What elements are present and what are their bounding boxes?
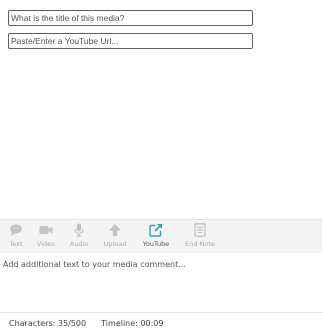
tab-youtube-label: YouTube — [142, 240, 170, 248]
tab-end-note[interactable]: End Note — [182, 220, 218, 253]
arrow-up-icon — [109, 224, 121, 236]
tab-end-note-label: End Note — [185, 240, 215, 248]
tab-audio-label: Audio — [69, 240, 89, 248]
media-comment-textarea[interactable] — [3, 259, 318, 309]
tab-video-label: Video — [36, 240, 56, 248]
tab-audio[interactable]: Audio — [66, 220, 92, 253]
tab-youtube[interactable]: YouTube — [138, 220, 174, 253]
media-comment-panel: Text Video Audio Upload — [0, 0, 323, 333]
document-icon — [194, 223, 206, 237]
characters-count: 35/500 — [57, 319, 87, 328]
tab-upload[interactable]: Upload — [100, 220, 130, 253]
tab-upload-label: Upload — [103, 240, 127, 248]
tab-video[interactable]: Video — [34, 220, 58, 253]
video-camera-icon — [39, 226, 53, 234]
media-type-toolbar: Text Video Audio Upload YouTube End Note — [0, 219, 322, 254]
youtube-url-input[interactable] — [8, 33, 253, 49]
media-title-input[interactable] — [8, 10, 253, 26]
tab-text-label: Text — [9, 240, 23, 248]
timeline-label: Timeline: — [101, 319, 138, 328]
tab-text[interactable]: Text — [5, 220, 27, 253]
divider — [0, 312, 323, 313]
timeline-value: 00:09 — [140, 319, 164, 328]
speech-bubble-icon — [10, 224, 22, 236]
characters-label: Characters: — [9, 319, 56, 328]
external-link-icon — [149, 224, 162, 237]
status-bar: Characters: 35/500 Timeline: 00:09 — [9, 319, 163, 329]
microphone-icon — [74, 223, 84, 237]
comment-area — [0, 253, 322, 311]
